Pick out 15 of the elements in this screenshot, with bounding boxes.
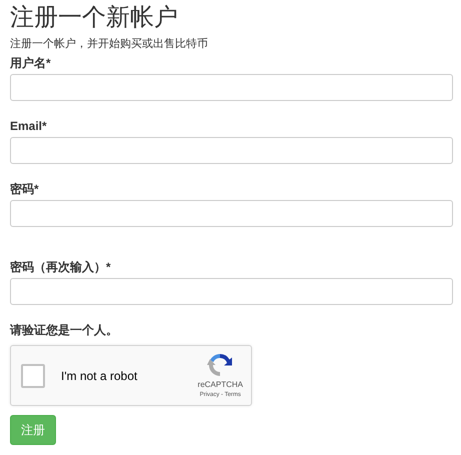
checkbox[interactable] [21,364,45,388]
brand-text: reCAPTCHA [198,379,243,391]
subtitle: 注册一个帐户，并开始购买或出售比特币 [10,37,209,51]
recaptcha-logo-icon [206,351,234,379]
input-field[interactable] [10,200,453,227]
page-title: 注册一个新帐户 [10,3,179,33]
input-field[interactable] [10,137,453,164]
captcha-label: 请验证您是一个人。 [10,323,119,337]
input-field[interactable] [10,74,453,101]
field-label: 密码* [10,182,40,196]
input-field[interactable] [10,278,453,305]
checkbox-label: I'm not a robot [61,368,138,384]
field-label: 用户名* [10,56,52,70]
field-label: 密码（再次输入）* [10,260,112,274]
field-label: Email* [10,119,48,133]
